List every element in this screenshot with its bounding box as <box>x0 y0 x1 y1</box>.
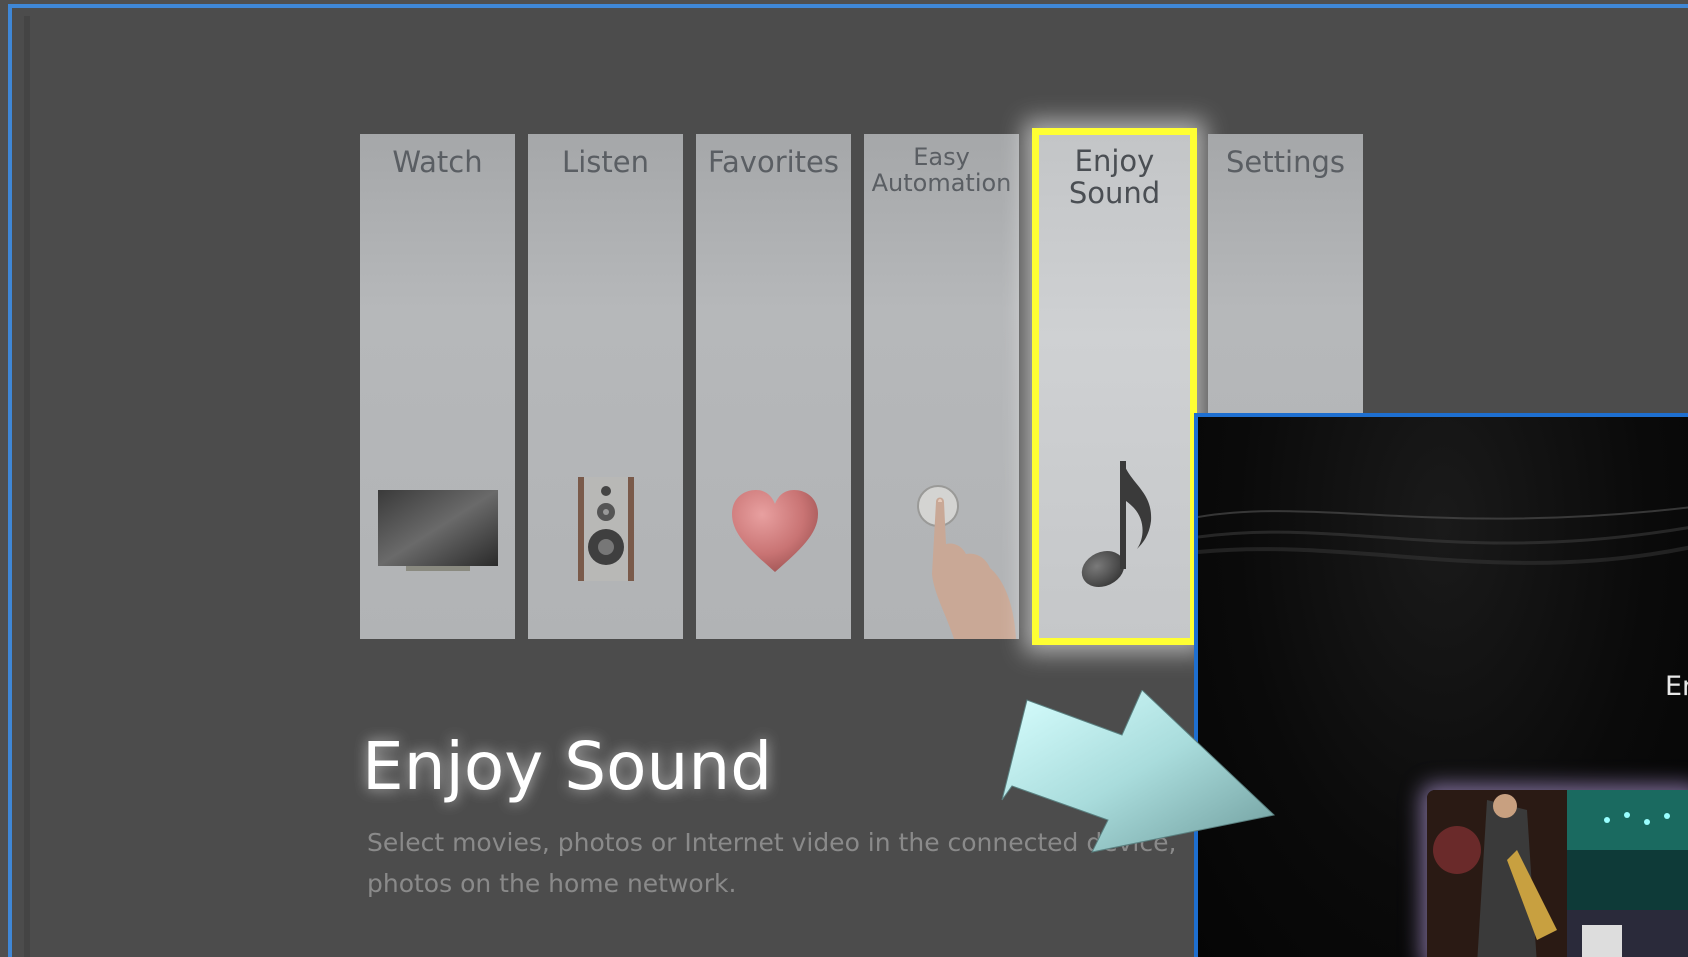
tv-icon <box>378 490 498 571</box>
tile-enjoy-sound-line1: Enjoy <box>1074 144 1155 178</box>
wave-decoration <box>1198 506 1688 565</box>
music-thumbnail[interactable] <box>1427 790 1688 957</box>
transition-arrow-icon <box>1001 690 1276 853</box>
tile-enjoy-sound-line2: Sound <box>1068 176 1161 210</box>
music-note-icon <box>1081 461 1152 587</box>
selected-item-title: Enjoy Sound <box>362 728 773 805</box>
finger-button-icon <box>917 485 1016 639</box>
heart-icon <box>732 490 818 572</box>
tile-favorites[interactable]: Favorites <box>696 134 851 639</box>
description-line2: photos on the home network. <box>367 869 737 898</box>
tile-enjoy-sound[interactable]: Enjoy Sound <box>1032 128 1197 645</box>
tile-easy-automation-label: Easy Automation <box>864 144 1019 196</box>
tile-listen[interactable]: Listen <box>528 134 683 639</box>
speaker-icon <box>578 477 634 581</box>
tile-listen-label: Listen <box>562 145 649 179</box>
tile-easy-automation-line1: Easy <box>913 143 970 171</box>
concert-image <box>1427 790 1688 957</box>
tile-easy-automation[interactable]: Easy Automation <box>864 134 1019 639</box>
tile-enjoy-sound-label: Enjoy Sound <box>1039 145 1190 209</box>
tile-watch[interactable]: Watch <box>360 134 515 639</box>
tile-watch-label: Watch <box>392 145 483 179</box>
tile-favorites-label: Favorites <box>708 145 839 179</box>
tile-easy-automation-line2: Automation <box>871 169 1012 197</box>
preview-title-partial: En <box>1665 671 1688 702</box>
tile-settings-label: Settings <box>1226 145 1345 179</box>
